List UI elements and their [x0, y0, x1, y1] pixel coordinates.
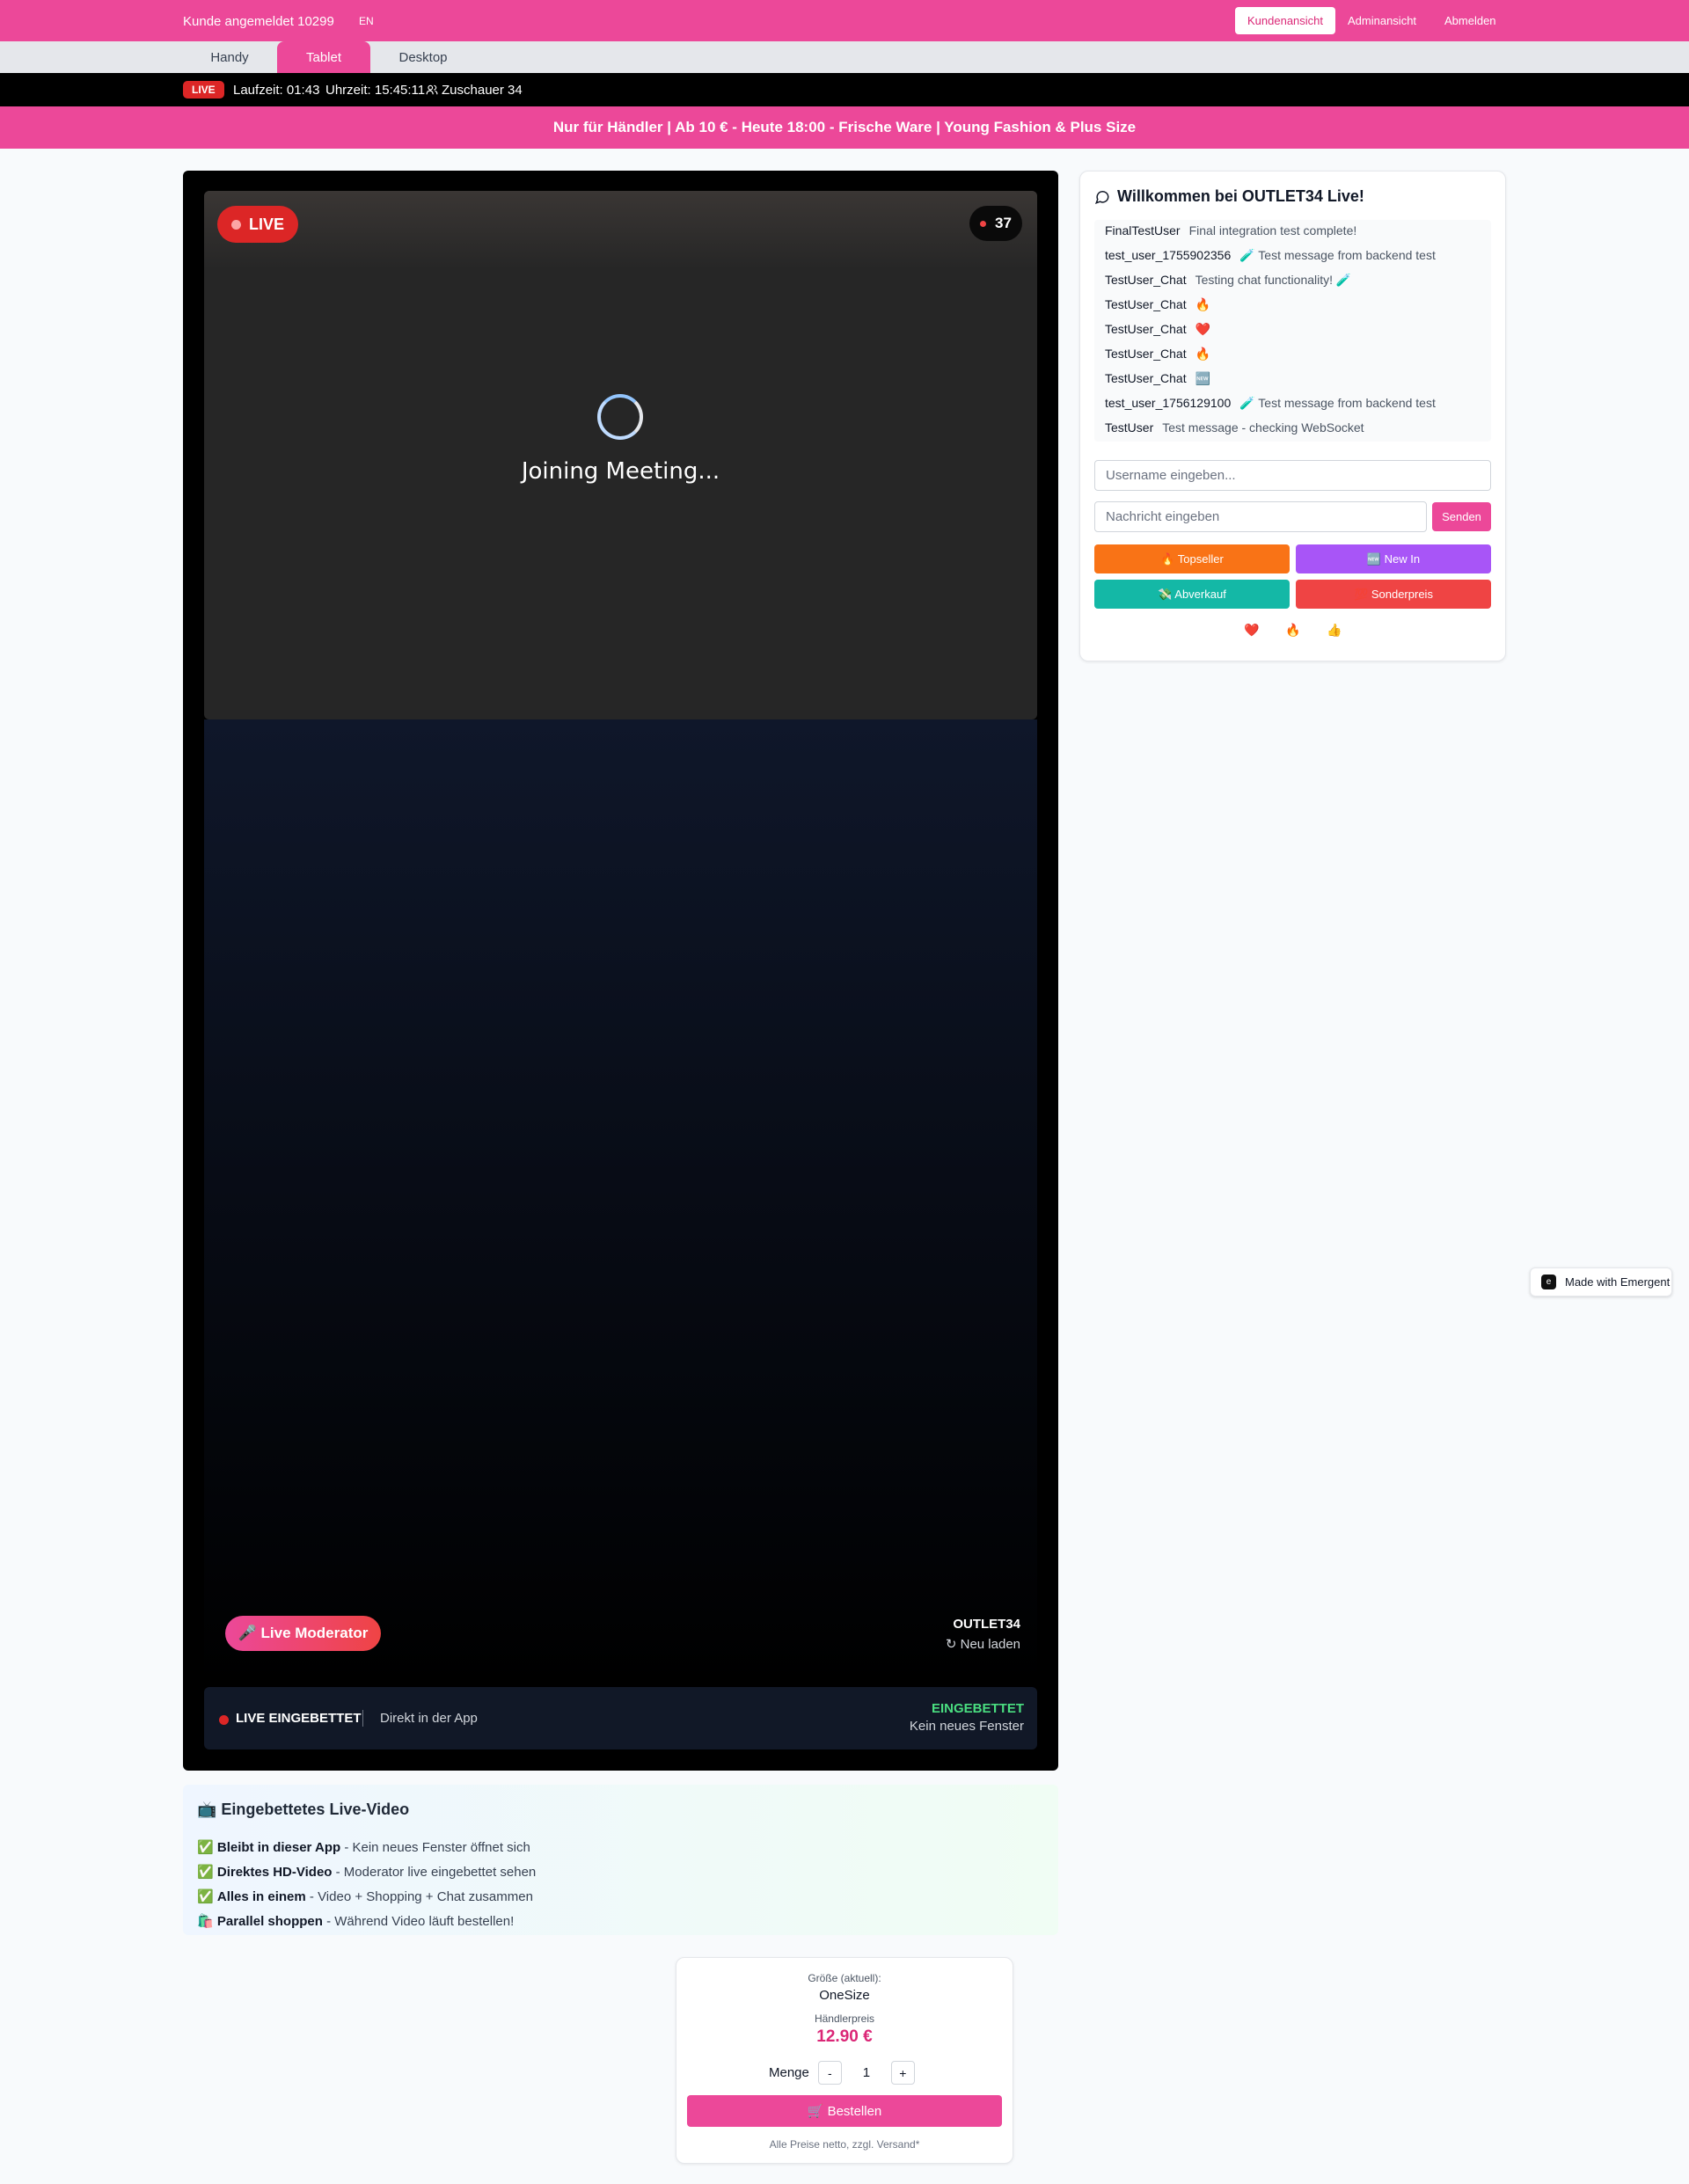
embed-status-sub: Kein neues Fenster: [909, 1719, 1024, 1734]
made-with-badge[interactable]: e Made with Emergent: [1530, 1267, 1672, 1297]
heart-reaction-button[interactable]: ❤️: [1244, 623, 1259, 638]
embed-label: LIVE EINGEBETTET: [236, 1711, 362, 1726]
info-row: ✅ Alles in einem - Video + Shopping + Ch…: [197, 1889, 533, 1904]
chat-message: TestUser_Chat 🆕: [1105, 371, 1211, 385]
tab-handy[interactable]: Handy: [183, 41, 276, 73]
clock: Uhrzeit: 15:45:11: [325, 83, 426, 98]
embed-status-bar: LIVE EINGEBETTET Direkt in der App EINGE…: [204, 1687, 1037, 1749]
topseller-button[interactable]: 🔥 Topseller: [1094, 544, 1290, 573]
nav-customer-view[interactable]: Kundenansicht: [1235, 7, 1336, 34]
size-label: Größe (aktuell):: [808, 1972, 881, 1984]
top-header: Kunde angemeldet 10299 EN Kundenansicht …: [0, 0, 1689, 41]
info-title: 📺 Eingebettetes Live-Video: [197, 1801, 410, 1818]
price-value: 12.90 €: [816, 2027, 873, 2046]
chat-panel: Willkommen bei OUTLET34 Live! FinalTestU…: [1079, 171, 1506, 661]
live-badge: LIVE: [183, 81, 224, 99]
info-row: 🛍️ Parallel shoppen - Während Video läuf…: [197, 1914, 515, 1929]
emergent-logo-icon: e: [1541, 1275, 1556, 1289]
size-value: OneSize: [819, 1988, 870, 2003]
chat-message: TestUser_Chat 🔥: [1105, 347, 1211, 361]
nav-logout[interactable]: Abmelden: [1432, 7, 1509, 34]
embed-dot-icon: [219, 1715, 229, 1725]
chat-message: TestUser_Chat ❤️: [1105, 322, 1211, 336]
device-tabs: Handy Tablet Desktop: [0, 41, 1689, 73]
made-with-text: Made with Emergent: [1565, 1275, 1671, 1289]
username-input[interactable]: Username eingeben...: [1094, 460, 1491, 491]
promo-banner: Nur für Händler | Ab 10 € - Heute 18:00 …: [0, 106, 1689, 149]
chat-header: Willkommen bei OUTLET34 Live!: [1094, 187, 1364, 206]
price-footnote: Alle Preise netto, zzgl. Versand*: [769, 2138, 920, 2151]
language-toggle[interactable]: EN: [359, 15, 374, 27]
video-brand: OUTLET34: [953, 1617, 1020, 1632]
video-viewer-count: 37: [995, 215, 1012, 231]
chat-message: TestUser_Chat 🔥: [1105, 297, 1211, 311]
tab-desktop[interactable]: Desktop: [377, 41, 470, 73]
loading-text: Joining Meeting...: [521, 458, 720, 485]
quantity-row: Menge - 1 +: [769, 2061, 915, 2085]
reload-button[interactable]: ↻ Neu laden: [924, 1636, 1020, 1652]
chat-message: test_user_1755902356 🧪 Test message from …: [1105, 248, 1436, 262]
chat-title: Willkommen bei OUTLET34 Live!: [1117, 187, 1364, 205]
info-box: 📺 Eingebettetes Live-Video ✅ Bleibt in d…: [183, 1785, 1058, 1935]
record-dot-icon: [980, 220, 987, 227]
new-in-button[interactable]: 🆕 New In: [1296, 544, 1491, 573]
live-dot-icon: [231, 219, 241, 230]
live-moderator-button[interactable]: 🎤 Live Moderator: [225, 1616, 381, 1651]
chat-message: TestUser Test message - checking WebSocke…: [1105, 420, 1364, 435]
quantity-label: Menge: [769, 2065, 809, 2080]
embed-subtitle: Direkt in der App: [380, 1711, 478, 1726]
video-live-label: LIVE: [249, 215, 285, 233]
thumbs-up-reaction-button[interactable]: 👍: [1327, 623, 1342, 638]
divider: [362, 1710, 363, 1727]
info-row: ✅ Direktes HD-Video - Moderator live ein…: [197, 1865, 537, 1880]
viewer-count-text: Zuschauer 34: [442, 83, 523, 98]
runtime: Laufzeit: 01:43: [233, 83, 320, 98]
chat-bubble-icon: [1094, 190, 1109, 204]
quantity-increase-button[interactable]: +: [890, 2061, 915, 2085]
video-viewer-badge: 37: [969, 206, 1022, 241]
info-row: ✅ Bleibt in dieser App - Kein neues Fens…: [197, 1840, 530, 1855]
price-label: Händlerpreis: [814, 2012, 875, 2025]
abverkauf-button[interactable]: 💸 Abverkauf: [1094, 580, 1290, 609]
chat-messages[interactable]: FinalTestUser Final integration test comp…: [1094, 220, 1491, 442]
sonderpreis-button[interactable]: 💯 Sonderpreis: [1296, 580, 1491, 609]
video-frame: [204, 191, 1037, 719]
live-status-bar: LIVE Laufzeit: 01:43 Uhrzeit: 15:45:11 Z…: [0, 73, 1689, 106]
chat-message: test_user_1756129100 🧪 Test message from …: [1105, 396, 1436, 410]
chat-message: TestUser_Chat Testing chat functionality!…: [1105, 273, 1352, 287]
send-button[interactable]: Senden: [1432, 502, 1491, 531]
loading-spinner-icon: [597, 394, 643, 440]
order-card: Größe (aktuell): OneSize Händlerpreis 12…: [676, 1957, 1013, 2164]
message-input[interactable]: Nachricht eingeben: [1094, 501, 1427, 532]
viewer-count: Zuschauer 34: [426, 83, 523, 98]
chat-message: FinalTestUser Final integration test comp…: [1105, 223, 1357, 237]
logged-in-user: Kunde angemeldet 10299: [183, 14, 334, 29]
quantity-value[interactable]: 1: [842, 2065, 891, 2080]
embed-status: EINGEBETTET: [931, 1701, 1024, 1716]
users-icon: [426, 84, 438, 95]
tab-tablet[interactable]: Tablet: [277, 41, 370, 73]
fire-reaction-button[interactable]: 🔥: [1285, 623, 1300, 638]
video-live-badge: LIVE: [217, 206, 298, 243]
order-button[interactable]: 🛒 Bestellen: [687, 2095, 1002, 2127]
video-area: [204, 719, 1037, 1687]
nav-admin-view[interactable]: Adminansicht: [1335, 7, 1429, 34]
quantity-decrease-button[interactable]: -: [817, 2061, 842, 2085]
